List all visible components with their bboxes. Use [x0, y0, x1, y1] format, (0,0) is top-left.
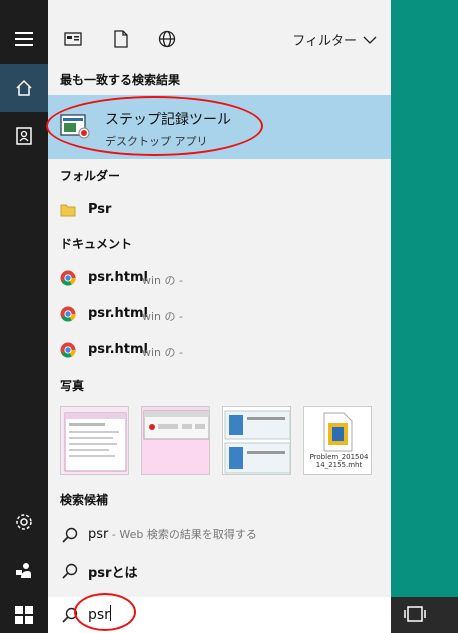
documents-heading: ドキュメント	[60, 237, 133, 251]
photo-thumbnail[interactable]	[141, 406, 210, 475]
document-meta: win の -	[142, 274, 183, 287]
document-item[interactable]: psr.html win の -	[48, 297, 391, 331]
feedback-icon	[16, 563, 31, 578]
globe-icon	[158, 30, 176, 48]
document-item[interactable]: psr.html win の -	[48, 261, 391, 295]
hamburger-icon	[15, 32, 33, 46]
search-toolbar: フィルター	[48, 0, 391, 64]
home-icon	[16, 79, 32, 96]
document-name: psr.html	[88, 342, 149, 357]
windows-logo-icon	[15, 606, 33, 624]
folder-item[interactable]: Psr	[48, 193, 391, 227]
photo-thumbnail[interactable]	[222, 406, 291, 475]
suggestion-item[interactable]: psr - Web 検索の結果を取得する	[48, 517, 391, 551]
search-results-panel: フィルター 最も一致する検索結果 ステップ記録ツール デスクトップ アプリ フォ…	[46, 0, 391, 633]
home-button[interactable]	[0, 64, 48, 112]
search-icon	[62, 563, 78, 579]
red-highlight-ellipse	[46, 96, 263, 156]
app-window-icon	[64, 32, 82, 46]
document-meta: win の -	[142, 310, 183, 323]
settings-button[interactable]	[0, 498, 48, 546]
search-icon	[62, 527, 78, 543]
photo-thumbnails: Problem_20150414_2155.mht	[60, 406, 390, 476]
photo-thumbnail[interactable]: Problem_20150414_2155.mht	[303, 406, 372, 475]
task-view-icon[interactable]	[404, 605, 426, 623]
suggestion-text: psr	[88, 527, 109, 542]
notebook-icon	[16, 127, 32, 145]
screenshot-thumbnail-image	[223, 407, 290, 474]
screenshot-thumbnail-image	[61, 407, 128, 474]
photo-thumbnail[interactable]	[60, 406, 129, 475]
documents-filter-button[interactable]	[110, 28, 132, 50]
taskbar-left	[0, 597, 48, 633]
document-name: psr.html	[88, 306, 149, 321]
document-meta: win の -	[142, 346, 183, 359]
folders-heading: フォルダー	[60, 169, 121, 183]
red-highlight-ellipse	[74, 593, 136, 631]
document-icon	[114, 30, 128, 48]
hamburger-menu-button[interactable]	[0, 15, 48, 63]
start-button[interactable]	[0, 591, 48, 633]
folder-icon	[60, 204, 76, 217]
suggestions-heading: 検索候補	[60, 493, 109, 507]
suggestion-text: psrとは	[88, 566, 138, 581]
suggestion-item[interactable]: psrとは	[48, 553, 391, 587]
document-name: psr.html	[88, 270, 149, 285]
folder-name: Psr	[88, 202, 112, 217]
apps-filter-button[interactable]	[62, 28, 84, 50]
photos-heading: 写真	[60, 379, 85, 393]
best-match-heading: 最も一致する検索結果	[60, 73, 181, 87]
chrome-icon	[60, 342, 76, 358]
notebook-button[interactable]	[0, 112, 48, 160]
filter-label: フィルター	[292, 34, 357, 49]
photo-caption: Problem_20150414_2155.mht	[309, 453, 369, 469]
feedback-button[interactable]	[0, 546, 48, 594]
gear-icon	[16, 514, 32, 530]
chrome-icon	[60, 270, 76, 286]
start-rail	[0, 0, 48, 633]
suggestion-hint: - Web 検索の結果を取得する	[108, 528, 257, 541]
web-filter-button[interactable]	[156, 28, 178, 50]
chrome-icon	[60, 306, 76, 322]
filter-dropdown[interactable]: フィルター	[292, 30, 377, 49]
chevron-down-icon	[363, 36, 377, 44]
document-item[interactable]: psr.html win の -	[48, 333, 391, 367]
steps-recorder-window-thumbnail-image	[142, 407, 209, 474]
